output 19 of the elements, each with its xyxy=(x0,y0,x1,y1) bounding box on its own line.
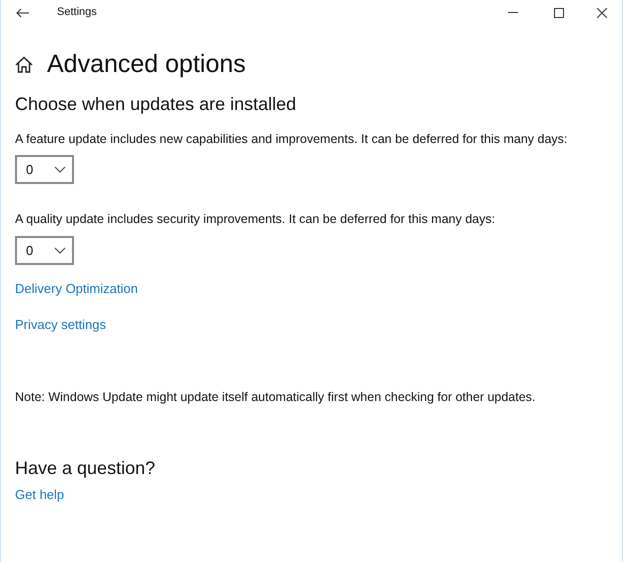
section-heading: Choose when updates are installed xyxy=(15,93,298,116)
deferral-label: A feature update includes new capabilities and improvements. It can be deferred for this many days: xyxy=(15,130,568,148)
get-help-link[interactable]: Get help xyxy=(15,485,64,505)
settings-link[interactable]: Privacy settings xyxy=(15,314,106,334)
close-icon xyxy=(597,8,607,18)
settings-link[interactable]: Delivery Optimization xyxy=(15,279,138,298)
home-icon xyxy=(15,56,33,72)
days-dropdown[interactable]: 0 xyxy=(15,155,74,184)
chevron-down-icon xyxy=(54,247,66,254)
days-dropdown[interactable]: 0 xyxy=(15,236,74,265)
page-title: Advanced options xyxy=(47,52,246,76)
window-title: Settings xyxy=(57,5,97,20)
note-text: Note: Windows Update might update itself automatically first when checking for other updates. xyxy=(15,389,536,406)
chevron-down-icon xyxy=(54,166,66,174)
help-heading: Have a question? xyxy=(15,456,156,480)
minimize-icon xyxy=(508,12,518,13)
maximize-icon xyxy=(554,8,564,18)
back-arrow-icon xyxy=(16,8,30,18)
deferral-label: A quality update includes security improvements. It can be deferred for this many days: xyxy=(15,211,496,228)
